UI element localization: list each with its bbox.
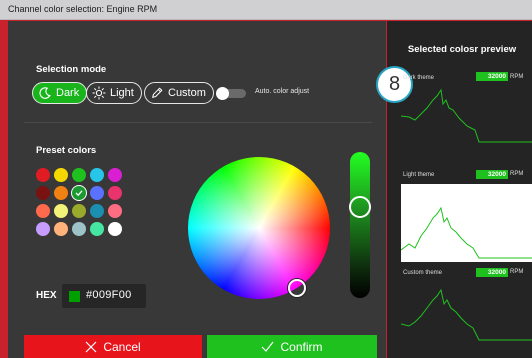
color-swatch[interactable] xyxy=(36,222,50,236)
cancel-button[interactable]: Cancel xyxy=(24,335,202,358)
sun-icon xyxy=(92,86,106,100)
color-swatch[interactable] xyxy=(36,186,50,200)
custom-theme-unit: RPM xyxy=(510,269,524,275)
color-swatch[interactable] xyxy=(90,186,104,200)
color-wheel-handle[interactable] xyxy=(288,279,306,297)
color-swatch[interactable] xyxy=(54,168,68,182)
dialog-window: Channel color selection: Engine RPM Sele… xyxy=(0,0,532,358)
light-theme-label: Light theme xyxy=(403,172,435,178)
color-swatch[interactable] xyxy=(72,222,86,236)
window-title: Channel color selection: Engine RPM xyxy=(8,4,158,14)
color-swatch[interactable] xyxy=(90,222,104,236)
confirm-button[interactable]: Confirm xyxy=(207,335,377,358)
hex-value: #009F00 xyxy=(86,289,132,301)
moon-icon xyxy=(39,87,51,99)
mode-light-label: Light xyxy=(110,87,134,99)
auto-color-label: Auto. color adjust xyxy=(255,88,310,95)
mode-light-button[interactable]: Light xyxy=(86,82,142,104)
color-swatch[interactable] xyxy=(108,186,122,200)
divider xyxy=(24,122,372,123)
color-swatch[interactable] xyxy=(90,204,104,218)
title-bar: Channel color selection: Engine RPM xyxy=(0,0,532,20)
light-theme-value-badge: 32000 xyxy=(476,170,508,179)
color-swatch[interactable] xyxy=(36,204,50,218)
brightness-slider-handle[interactable] xyxy=(349,196,371,218)
preview-title: Selected colosr preview xyxy=(407,44,517,55)
mode-dark-button[interactable]: Dark xyxy=(32,82,88,104)
cancel-label: Cancel xyxy=(103,339,141,354)
custom-theme-preview xyxy=(401,288,532,341)
custom-theme-value-badge: 32000 xyxy=(476,268,508,277)
light-theme-unit: RPM xyxy=(510,171,524,177)
auto-color-toggle[interactable] xyxy=(216,87,246,100)
mode-custom-label: Custom xyxy=(168,87,206,99)
color-swatch[interactable] xyxy=(54,222,68,236)
selection-mode-heading: Selection mode xyxy=(36,64,107,75)
hex-color-swatch xyxy=(69,291,80,302)
hex-input[interactable]: #009F00 xyxy=(62,284,146,308)
light-theme-preview xyxy=(401,184,532,262)
color-swatch[interactable] xyxy=(54,186,68,200)
color-swatch[interactable] xyxy=(72,204,86,218)
color-swatch[interactable] xyxy=(72,186,86,200)
dark-theme-unit: RPM xyxy=(510,74,524,80)
color-swatch[interactable] xyxy=(90,168,104,182)
dark-theme-value-badge: 32000 xyxy=(476,72,508,81)
check-icon xyxy=(262,341,274,352)
dark-theme-label: Dark theme xyxy=(403,75,435,81)
mode-custom-button[interactable]: Custom xyxy=(144,82,214,104)
toggle-knob xyxy=(216,87,229,100)
mode-dark-label: Dark xyxy=(56,87,80,99)
close-icon xyxy=(85,341,97,352)
brightness-slider[interactable] xyxy=(350,152,370,298)
color-wheel[interactable] xyxy=(188,157,330,299)
custom-theme-label: Custom theme xyxy=(403,270,443,276)
confirm-label: Confirm xyxy=(280,339,323,354)
color-swatch[interactable] xyxy=(108,204,122,218)
color-swatch[interactable] xyxy=(108,168,122,182)
color-swatch[interactable] xyxy=(108,222,122,236)
color-swatch[interactable] xyxy=(36,168,50,182)
hex-label: HEX xyxy=(36,290,57,301)
pencil-icon xyxy=(152,87,163,98)
preset-colors-heading: Preset colors xyxy=(36,145,97,156)
color-swatch[interactable] xyxy=(54,204,68,218)
check-icon xyxy=(75,190,83,197)
dark-theme-preview xyxy=(401,88,532,143)
color-swatch[interactable] xyxy=(72,168,86,182)
